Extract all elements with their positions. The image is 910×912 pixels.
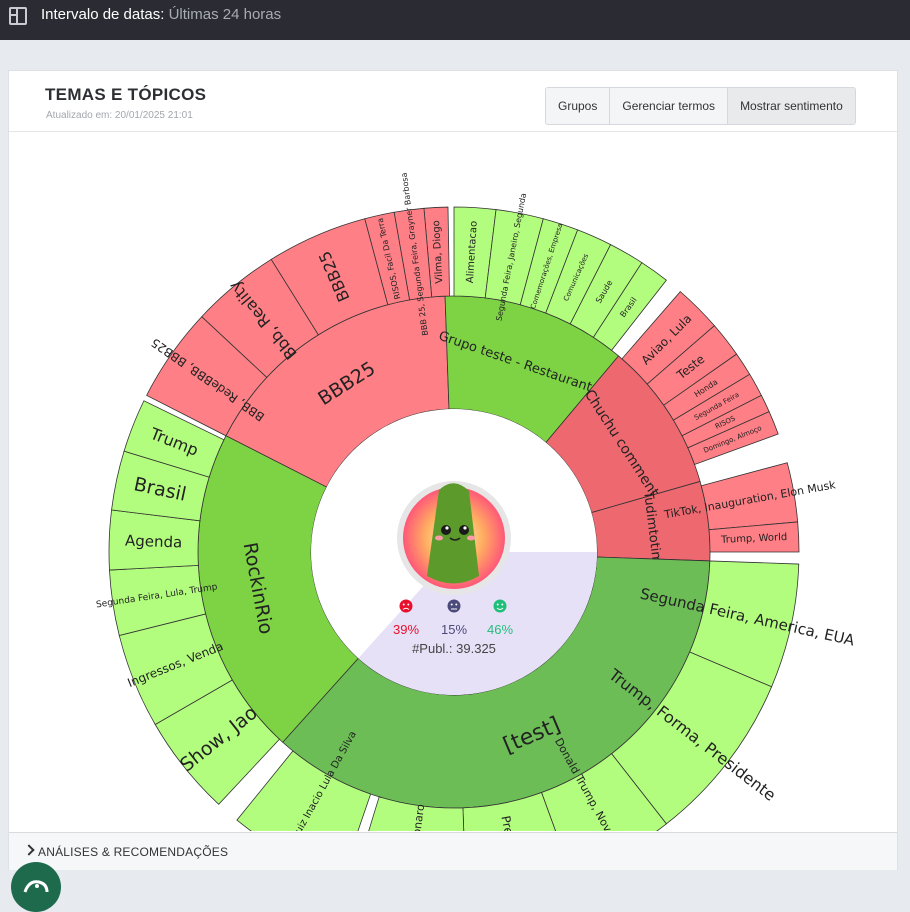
publication-count: #Publ.: 39.325 (412, 641, 496, 656)
chevron-right-icon (23, 844, 35, 856)
date-range-label[interactable]: Intervalo de datas: Últimas 24 horas (41, 6, 281, 23)
topics-card: TEMAS E TÓPICOS Atualizado em: 20/01/202… (8, 70, 898, 870)
top-bar: Intervalo de datas: Últimas 24 horas (0, 0, 910, 40)
avatar (397, 481, 511, 595)
sentiment-positive-icon (493, 599, 507, 613)
positive-percent: 46% (487, 622, 513, 637)
sentiment-negative-icon (399, 599, 413, 613)
negative-percent: 39% (393, 622, 419, 637)
assistant-icon (23, 880, 49, 893)
date-range-value: Últimas 24 horas (168, 6, 282, 23)
topic-item-label: Agenda (125, 532, 183, 552)
layout-icon[interactable] (9, 7, 27, 25)
sunburst-chart: BBB25 Grupo teste - RestauranteChuchu com… (95, 172, 857, 831)
assistant-button[interactable] (11, 862, 61, 912)
analysis-section-label: ANÁLISES & RECOMENDAÇÕES (38, 845, 229, 859)
sentiment-neutral-icon (447, 599, 461, 613)
analysis-section-toggle[interactable]: ANÁLISES & RECOMENDAÇÕES (9, 832, 897, 870)
neutral-percent: 15% (441, 622, 467, 637)
